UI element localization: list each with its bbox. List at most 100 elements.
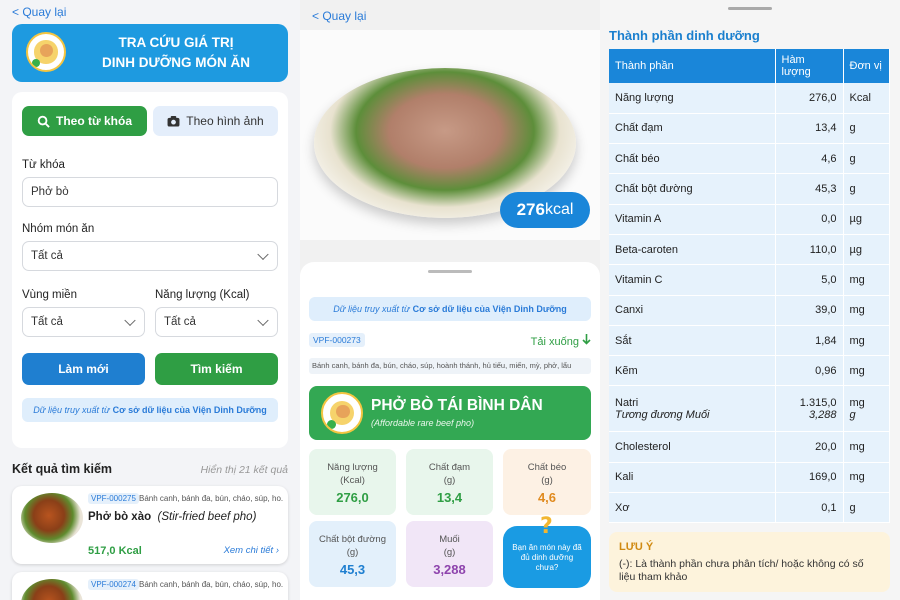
dish-code: VPF-000275 bbox=[88, 493, 139, 504]
nutrient-unit: g bbox=[843, 173, 890, 205]
nutrient-unit: mg g bbox=[843, 385, 890, 433]
dish-thumbnail bbox=[21, 493, 83, 543]
nutrient-unit: mg bbox=[843, 264, 890, 296]
tab-image-label: Theo hình ảnh bbox=[186, 114, 264, 128]
nutrient-unit: g bbox=[843, 143, 890, 175]
nutrient-box-carbs: Chất bột đường (g) 45,3 bbox=[309, 521, 396, 587]
dish-name: Phở bò xào (Stir-fried beef pho) bbox=[88, 511, 257, 523]
nutrient-value: 1.315,0 3,288 bbox=[775, 385, 844, 433]
reset-button[interactable]: Làm mới bbox=[22, 353, 145, 385]
results-count: Hiển thị 21 kết quả bbox=[200, 464, 288, 476]
table-row: Kali 169,0 mg bbox=[609, 462, 890, 494]
nutrient-value: 39,0 bbox=[775, 295, 844, 326]
nutrient-name: Chất đạm bbox=[609, 113, 776, 145]
note-box: LƯU Ý (-): Là thành phần chưa phân tích/… bbox=[609, 532, 890, 592]
tab-keyword[interactable]: Theo từ khóa bbox=[22, 106, 147, 136]
app-logo bbox=[26, 32, 66, 72]
search-button[interactable]: Tìm kiếm bbox=[155, 353, 278, 385]
dish-detail-screen: < Quay lại 276 kcal Dữ liệu truy xuất từ C… bbox=[300, 0, 600, 600]
nutrient-value: 20,0 bbox=[775, 431, 844, 463]
nutrient-name: Xơ bbox=[609, 492, 776, 524]
keyword-label: Từ khóa bbox=[22, 159, 65, 171]
nutrient-unit: µg bbox=[843, 204, 890, 235]
back-link[interactable]: < Quay lại bbox=[312, 9, 366, 23]
result-card[interactable]: VPF-000274 Bánh canh, bánh đa, bún, cháo… bbox=[12, 572, 288, 600]
table-row: Kẽm 0,96 mg bbox=[609, 355, 890, 387]
table-row: Vitamin C 5,0 mg bbox=[609, 264, 890, 296]
nutrient-value: 0,1 bbox=[775, 492, 844, 524]
search-icon bbox=[37, 115, 50, 128]
back-link[interactable]: < Quay lại bbox=[12, 5, 66, 19]
nutrient-unit: mg bbox=[843, 325, 890, 357]
nutrient-name: Sắt bbox=[609, 325, 776, 357]
banner-title-line2: DINH DƯỠNG MÓN ĂN bbox=[102, 55, 250, 70]
question-mark-icon: ? bbox=[540, 514, 553, 536]
banner-title-line1: TRA CỨU GIÁ TRỊ bbox=[118, 35, 234, 50]
nutrient-name: Vitamin C bbox=[609, 264, 776, 296]
nutrient-name: Beta-caroten bbox=[609, 234, 776, 266]
table-row: Xơ 0,1 g bbox=[609, 492, 890, 524]
nutrient-value: 169,0 bbox=[775, 462, 844, 494]
table-row: Vitamin A 0,0 µg bbox=[609, 204, 890, 235]
chevron-down-icon bbox=[124, 314, 136, 327]
sheet-drag-handle[interactable] bbox=[428, 270, 472, 273]
result-card[interactable]: VPF-000275 Bánh canh, bánh đa, bún, cháo… bbox=[12, 486, 288, 564]
table-row: Năng lượng 276,0 Kcal bbox=[609, 83, 890, 114]
note-title: LƯU Ý bbox=[619, 541, 654, 553]
energy-select[interactable]: Tất cả bbox=[155, 307, 278, 337]
table-row: Natri Tương đương Muối 1.315,0 3,288 mg g bbox=[609, 385, 890, 433]
table-row: Cholesterol 20,0 mg bbox=[609, 431, 890, 463]
app-banner: TRA CỨU GIÁ TRỊ DINH DƯỠNG MÓN ĂN bbox=[12, 24, 288, 82]
nutrient-box-protein: Chất đạm (g) 13,4 bbox=[406, 449, 493, 515]
nutrient-unit: mg bbox=[843, 295, 890, 326]
nutrient-value: 276,0 bbox=[775, 83, 844, 114]
nutrient-box-salt: Muối (g) 3,288 bbox=[406, 521, 493, 587]
search-screen: < Quay lại TRA CỨU GIÁ TRỊ DINH DƯỠNG MÓ… bbox=[0, 0, 300, 600]
nutrition-title: Thành phần dinh dưỡng bbox=[609, 28, 760, 43]
dish-code: VPF-000274 bbox=[88, 579, 139, 590]
nutrition-table: Thành phần Hàm lượng Đơn vị Năng lượng 27… bbox=[609, 49, 890, 524]
nutrient-value: 110,0 bbox=[775, 234, 844, 266]
data-source-note: Dữ liệu truy xuất từ Cơ sở dữ liệu của Vi… bbox=[22, 398, 278, 422]
nutrient-value: 13,4 bbox=[775, 113, 844, 145]
column-header: Thành phần bbox=[609, 49, 776, 83]
energy-label: Năng lượng (Kcal) bbox=[155, 289, 250, 301]
nutrient-unit: g bbox=[843, 113, 890, 145]
dish-code: VPF-000273 bbox=[309, 333, 365, 347]
tab-image[interactable]: Theo hình ảnh bbox=[153, 106, 278, 136]
sheet-drag-handle[interactable] bbox=[728, 7, 772, 10]
table-row: Chất bột đường 45,3 g bbox=[609, 173, 890, 205]
region-select[interactable]: Tất cả bbox=[22, 307, 145, 337]
nutrition-check-button[interactable]: ? Bạn ăn món này đã đủ dinh dưỡng chưa? bbox=[503, 514, 591, 588]
table-row: Chất béo 4,6 g bbox=[609, 143, 890, 175]
column-header: Hàm lượng bbox=[775, 49, 844, 83]
nutrition-detail-screen: Thành phần dinh dưỡng Thành phần Hàm lượ… bbox=[600, 0, 900, 600]
table-row: Canxi 39,0 mg bbox=[609, 295, 890, 326]
table-row: Sắt 1,84 mg bbox=[609, 325, 890, 357]
nutrient-name: Năng lượng bbox=[609, 83, 776, 114]
download-link[interactable]: Tải xuống bbox=[531, 334, 591, 348]
table-row: Beta-caroten 110,0 µg bbox=[609, 234, 890, 266]
column-header: Đơn vị bbox=[843, 49, 890, 83]
nutrient-value: 5,0 bbox=[775, 264, 844, 296]
chevron-down-icon bbox=[257, 248, 269, 261]
nutrient-value: 45,3 bbox=[775, 173, 844, 205]
nutrient-value: 0,0 bbox=[775, 204, 844, 235]
nutrient-value: 0,96 bbox=[775, 355, 844, 387]
dish-thumbnail bbox=[21, 579, 83, 600]
nutrient-unit: g bbox=[843, 492, 890, 524]
nutrient-unit: mg bbox=[843, 431, 890, 463]
kcal-badge: 276 kcal bbox=[500, 192, 590, 228]
keyword-input[interactable]: Phở bò bbox=[22, 177, 278, 207]
dish-tags: Bánh canh, bánh đa, bún, cháo, súp, ho..… bbox=[139, 494, 283, 503]
nutrient-name: Kẽm bbox=[609, 355, 776, 387]
nutrient-unit: mg bbox=[843, 355, 890, 387]
nutrient-name: Chất béo bbox=[609, 143, 776, 175]
view-detail-link[interactable]: Xem chi tiết › bbox=[224, 545, 279, 556]
table-row: Chất đạm 13,4 g bbox=[609, 113, 890, 145]
food-group-select[interactable]: Tất cả bbox=[22, 241, 278, 271]
nutrient-box-fat: Chất béo (g) 4,6 bbox=[503, 449, 591, 515]
dish-tags: Bánh canh, bánh đa, bún, cháo, súp, ho..… bbox=[139, 580, 283, 589]
results-title: Kết quả tìm kiếm bbox=[12, 462, 113, 476]
dish-title-banner: PHỞ BÒ TÁI BÌNH DÂN (Affordable rare bee… bbox=[309, 386, 591, 440]
